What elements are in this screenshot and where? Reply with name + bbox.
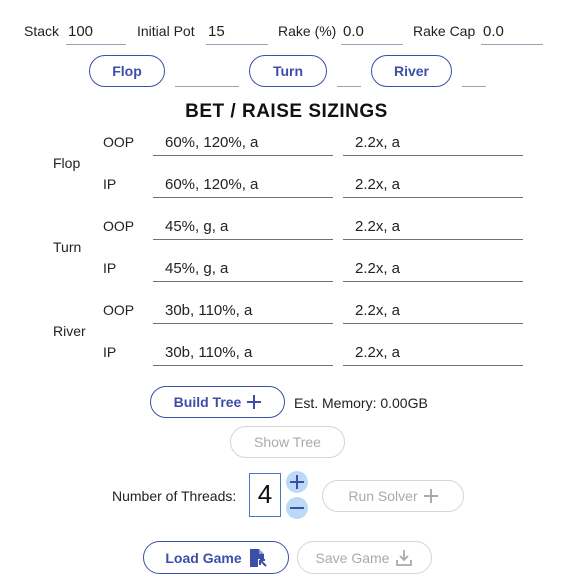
initial-pot-label: Initial Pot [137,23,195,39]
river-ip-raise-input[interactable]: 2.2x, a [343,342,523,366]
turn-button[interactable]: Turn [249,55,327,87]
turn-ip-bet-input[interactable]: 45%, g, a [153,258,333,282]
rake-cap-input[interactable]: 0.0 [481,22,543,45]
river-ip-bet-input[interactable]: 30b, 110%, a [153,342,333,366]
flop-cards-input[interactable] [175,64,239,87]
flop-button[interactable]: Flop [89,55,165,87]
turn-oop-bet-input[interactable]: 45%, g, a [153,216,333,240]
plus-icon [247,395,262,409]
save-game-button[interactable]: Save Game [297,541,432,574]
flop-oop-raise-input[interactable]: 2.2x, a [343,132,523,156]
street-label-turn: Turn [53,239,82,255]
stack-label: Stack [24,23,60,39]
plus-icon [423,489,438,503]
plus-icon [290,475,304,489]
turn-card-input[interactable] [337,64,361,87]
turn-ip-raise-input[interactable]: 2.2x, a [343,258,523,282]
rake-cap-value: 0.0 [483,23,504,40]
threads-input[interactable]: 4 [249,473,281,517]
pos-label-river-oop: OOP [103,302,135,318]
save-game-label: Save Game [315,549,390,566]
load-game-button[interactable]: Load Game [143,541,289,574]
run-solver-label: Run Solver [348,488,418,504]
download-icon [396,549,413,566]
river-oop-raise-input[interactable]: 2.2x, a [343,300,523,324]
stack-value: 100 [68,23,94,40]
est-memory-text: Est. Memory: 0.00GB [294,395,428,411]
threads-label: Number of Threads: [112,488,237,504]
pos-label-river-ip: IP [103,344,117,360]
river-button[interactable]: River [371,55,452,87]
pos-label-turn-oop: OOP [103,218,135,234]
street-label-river: River [53,323,86,339]
pos-label-flop-oop: OOP [103,134,135,150]
initial-pot-input[interactable]: 15 [206,22,268,45]
threads-increment-button[interactable] [286,471,308,493]
sizings-title: BET / RAISE SIZINGS [185,101,388,122]
stack-input[interactable]: 100 [66,22,126,45]
flop-oop-bet-input[interactable]: 60%, 120%, a [153,132,333,156]
flop-ip-raise-input[interactable]: 2.2x, a [343,174,523,198]
file-import-icon [249,548,267,567]
rake-label: Rake (%) [278,23,337,39]
rake-cap-label: Rake Cap [413,23,476,39]
river-oop-bet-input[interactable]: 30b, 110%, a [153,300,333,324]
pos-label-turn-ip: IP [103,260,117,276]
minus-icon [290,507,304,509]
turn-oop-raise-input[interactable]: 2.2x, a [343,216,523,240]
rake-value: 0.0 [343,23,364,40]
street-label-flop: Flop [53,155,81,171]
build-tree-label: Build Tree [173,394,242,410]
river-card-input[interactable] [462,64,486,87]
show-tree-button[interactable]: Show Tree [230,426,345,458]
build-tree-button[interactable]: Build Tree [150,386,285,418]
initial-pot-value: 15 [208,23,225,40]
rake-input[interactable]: 0.0 [341,22,403,45]
pos-label-flop-ip: IP [103,176,117,192]
flop-ip-bet-input[interactable]: 60%, 120%, a [153,174,333,198]
load-game-label: Load Game [165,549,242,566]
threads-decrement-button[interactable] [286,497,308,519]
run-solver-button[interactable]: Run Solver [322,480,464,512]
